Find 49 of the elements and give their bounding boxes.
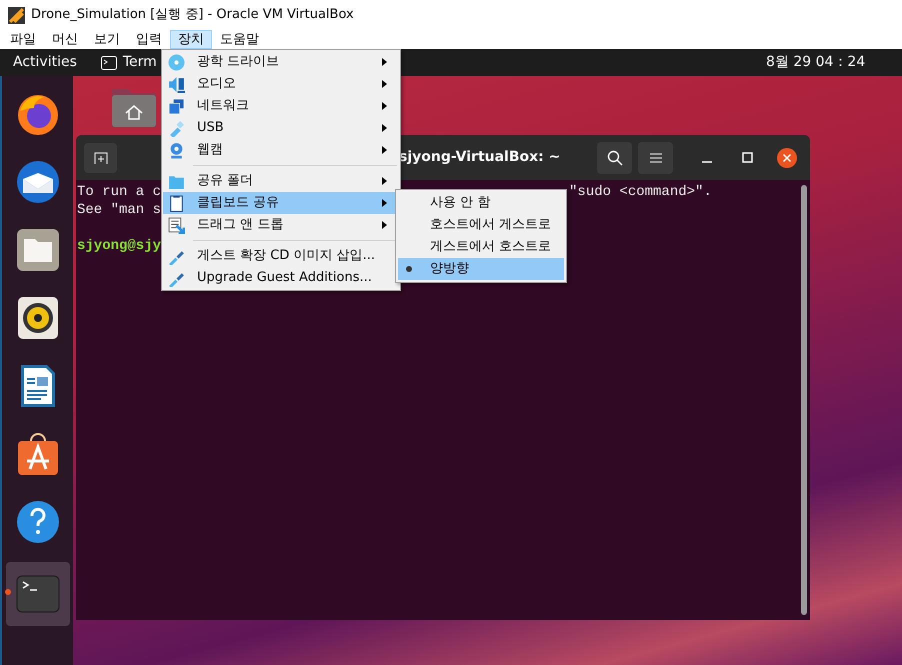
maximize-icon[interactable] (742, 152, 753, 163)
usb-icon (168, 120, 185, 136)
terminal-line: "sudo <command>". (569, 183, 712, 201)
disc-icon (168, 54, 185, 70)
drag-drop-icon (168, 216, 185, 234)
menu-item[interactable]: Upgrade Guest Additions... (163, 267, 399, 289)
menu-bar-item[interactable]: 장치 (170, 30, 212, 49)
menu-icon (648, 152, 662, 164)
activities-button[interactable]: Activities (13, 52, 77, 73)
menu-item[interactable]: 네트워크 (163, 95, 399, 117)
submenu-item[interactable]: 호스트에서 게스트로 (398, 214, 564, 236)
terminal-line: See "man s (77, 201, 162, 219)
clock[interactable]: 8월 29 04：24 (746, 52, 866, 73)
webcam-icon (168, 142, 185, 158)
app-name[interactable]: Term (122, 52, 157, 73)
menu-item[interactable]: USB (163, 117, 399, 139)
files-icon[interactable] (14, 226, 60, 272)
help-icon[interactable] (14, 498, 60, 544)
menu-button[interactable] (638, 142, 673, 174)
submenu-item[interactable]: 게스트에서 호스트로 (398, 236, 564, 258)
menu-bar-item[interactable]: 파일 (2, 30, 44, 49)
terminal-title: sjyong-VirtualBox: ~ (399, 148, 560, 167)
menu-item[interactable]: 웹캠 (163, 139, 399, 161)
close-icon[interactable] (777, 148, 797, 168)
menu-bar-item[interactable]: 머신 (44, 30, 86, 49)
menu-item[interactable]: 게스트 확장 CD 이미지 삽입... (163, 245, 399, 267)
scrollbar[interactable] (801, 185, 807, 615)
bird-mail-icon[interactable] (14, 158, 60, 204)
submenu-item[interactable]: 사용 안 함 (398, 192, 564, 214)
network-icon (168, 98, 185, 114)
menu-bar-item[interactable]: 도움말 (212, 30, 267, 49)
app-icon (8, 6, 25, 24)
search-button[interactable] (597, 142, 632, 174)
menu-item[interactable]: 오디오 (163, 73, 399, 95)
menu-bar-item[interactable]: 입력 (128, 30, 170, 49)
menu-item[interactable]: 드래그 앤 드롭 (163, 214, 399, 236)
window-title: Drone_Simulation [실행 중] - Oracle VM VirtualBox (31, 6, 354, 24)
terminal-line: To run a c (77, 183, 162, 201)
new-tab-icon (94, 152, 108, 164)
menu-item[interactable]: 광학 드라이브 (163, 51, 399, 73)
submenu-item[interactable]: 양방향 (398, 258, 564, 280)
menu-item[interactable]: 공유 폴더 (163, 170, 399, 192)
menu-bar-item[interactable]: 보기 (86, 30, 128, 49)
terminal-prompt: sjyong@sjy (77, 238, 162, 254)
clipboard-icon (168, 194, 185, 212)
search-icon (606, 150, 622, 166)
speaker-icon (168, 76, 185, 92)
new-tab-button[interactable] (84, 142, 117, 172)
terminal-icon (100, 56, 117, 70)
